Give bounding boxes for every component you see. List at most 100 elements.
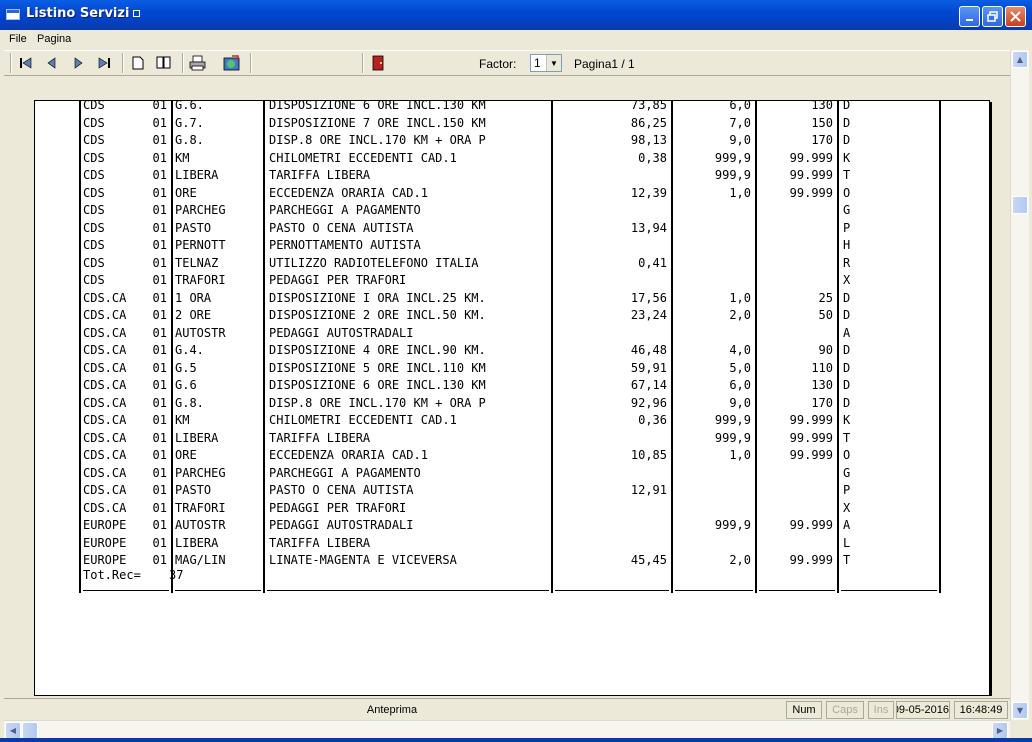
scroll-thumb[interactable] xyxy=(1012,196,1028,214)
menu-pagina[interactable]: Pagina xyxy=(37,33,71,45)
table-cell: 01 xyxy=(152,255,167,270)
table-cell: 99.999 xyxy=(789,518,833,532)
table-cell: CDS.CA xyxy=(83,360,127,375)
table-cell: 23,24 xyxy=(630,308,667,322)
table-cell: KM xyxy=(175,150,190,165)
table-row: CDS.CA 01 PARCHEG PARCHEGGI A PAGAMENTO G xyxy=(35,466,935,483)
table-row: EUROPE 01 LIBERA TARIFFA LIBERA L xyxy=(35,536,935,553)
table-cell: LIBERA xyxy=(175,168,219,182)
table-cell: A xyxy=(843,518,851,532)
table-cell: CDS.CA xyxy=(83,325,127,340)
horizontal-scrollbar[interactable]: ◀ ▶ xyxy=(4,720,1010,739)
column-divider xyxy=(939,101,941,593)
table-cell: 110 xyxy=(811,360,833,375)
table-cell: CDS.CA xyxy=(83,430,127,445)
table-cell: 45,45 xyxy=(630,553,667,567)
table-cell: 999,9 xyxy=(714,518,751,532)
table-cell: MAG/LIN xyxy=(175,553,226,567)
restore-icon xyxy=(986,10,998,22)
table-cell: 99.999 xyxy=(789,553,833,567)
table-cell: D xyxy=(843,395,851,410)
table-cell: 01 xyxy=(152,203,167,217)
table-cell: 90 xyxy=(818,343,833,357)
title-bar[interactable]: Listino Servizi xyxy=(0,0,1032,30)
restore-button[interactable] xyxy=(982,6,1003,27)
table-cell: H xyxy=(843,238,851,252)
table-row: CDS 01 ORE ECCEDENZA ORARIA CAD.1 12,39 1,0 99… xyxy=(35,186,935,203)
table-cell: P xyxy=(843,220,851,235)
exit-button[interactable] xyxy=(368,54,388,72)
scroll-right-arrow[interactable]: ▶ xyxy=(992,722,1008,739)
first-page-button[interactable] xyxy=(16,54,36,72)
app-window: Listino Servizi File Pagina Factor: 1 ▼ … xyxy=(0,0,1032,742)
table-cell: PASTO xyxy=(175,483,212,497)
previous-page-button[interactable] xyxy=(42,54,62,72)
table-cell: 6,0 xyxy=(729,378,751,392)
table-cell: K xyxy=(843,150,851,165)
table-row: CDS.CA 01 G.6 DISPOSIZIONE 6 ORE INCL.130 K… xyxy=(35,378,935,395)
single-page-button[interactable] xyxy=(128,54,148,72)
table-cell: 150 xyxy=(811,115,833,130)
table-cell: D xyxy=(843,290,851,305)
table-row: CDS.CA 01 AUTOSTR PEDAGGI AUTOSTRADALI A xyxy=(35,326,935,343)
table-cell: 25 xyxy=(818,290,833,305)
dropdown-arrow-icon[interactable]: ▼ xyxy=(546,55,561,71)
table-cell: CDS.CA xyxy=(83,290,127,305)
table-cell: T xyxy=(843,168,851,182)
horizontal-scroll-thumb[interactable] xyxy=(22,722,38,739)
table-cell: 4,0 xyxy=(729,343,751,357)
table-cell: 92,96 xyxy=(630,395,667,410)
app-window-icon[interactable] xyxy=(6,9,20,20)
last-page-button[interactable] xyxy=(94,54,114,72)
table-cell: 01 xyxy=(152,220,167,235)
scroll-down-arrow[interactable]: ▼ xyxy=(1012,702,1028,719)
next-page-icon xyxy=(74,57,83,69)
scroll-up-arrow[interactable]: ▲ xyxy=(1012,51,1028,68)
export-button[interactable] xyxy=(222,54,242,72)
table-cell: PERNOTT xyxy=(175,238,226,252)
table-cell: TARIFFA LIBERA xyxy=(269,430,371,445)
toolbar-separator xyxy=(362,53,364,73)
table-cell: 12,91 xyxy=(630,483,667,497)
table-cell: G.5 xyxy=(175,360,197,375)
next-page-button[interactable] xyxy=(68,54,88,72)
table-cell: 01 xyxy=(152,395,167,410)
table-cell: PARCHEG xyxy=(175,203,226,217)
table-cell: CDS.CA xyxy=(83,465,127,480)
column-underline xyxy=(675,590,753,591)
table-cell: G.7. xyxy=(175,115,204,130)
table-cell: 01 xyxy=(152,115,167,130)
table-cell: TARIFFA LIBERA xyxy=(269,535,371,550)
table-cell: 999,9 xyxy=(714,413,751,427)
table-cell: 01 xyxy=(152,553,167,567)
table-cell: LIBERA xyxy=(175,430,219,445)
table-cell: DISPOSIZIONE I ORA INCL.25 KM. xyxy=(269,290,486,305)
table-cell: UTILIZZO RADIOTELEFONO ITALIA xyxy=(269,255,479,270)
table-cell: DISPOSIZIONE 2 ORE INCL.50 KM. xyxy=(269,308,486,322)
table-cell: 73,85 xyxy=(630,100,667,112)
vertical-scrollbar[interactable]: ▲ ▼ xyxy=(1010,50,1029,720)
table-row: CDS.CA 01 KM CHILOMETRI ECCEDENTI CAD.1 0,36… xyxy=(35,413,935,430)
factor-select[interactable]: 1 ▼ xyxy=(530,54,562,72)
table-cell: CDS xyxy=(83,133,105,147)
table-cell: 01 xyxy=(152,483,167,497)
two-pages-button[interactable] xyxy=(154,54,174,72)
table-cell: DISPOSIZIONE 6 ORE INCL.130 KM xyxy=(269,378,486,392)
scroll-left-arrow[interactable]: ◀ xyxy=(5,722,21,739)
table-row: CDS 01 LIBERA TARIFFA LIBERA 999,9 99.999 T xyxy=(35,168,935,185)
table-cell: 99.999 xyxy=(789,168,833,182)
close-button[interactable] xyxy=(1005,6,1026,27)
minimize-button[interactable] xyxy=(959,6,980,27)
table-cell: 01 xyxy=(152,343,167,357)
table-cell: L xyxy=(843,535,851,550)
menu-file[interactable]: File xyxy=(9,33,27,45)
table-row: CDS.CA 01 LIBERA TARIFFA LIBERA 999,9 99.999 T xyxy=(35,431,935,448)
table-cell: CDS.CA xyxy=(83,483,127,497)
print-button[interactable] xyxy=(188,54,208,72)
report-page: CDS 01 G.6. DISPOSIZIONE 6 ORE INCL.130 KM 7… xyxy=(34,100,990,696)
table-cell: 01 xyxy=(152,290,167,305)
table-cell: 0,41 xyxy=(638,255,667,270)
table-cell: 12,39 xyxy=(630,185,667,200)
table-cell: 46,48 xyxy=(630,343,667,357)
table-cell: LINATE-MAGENTA E VICEVERSA xyxy=(269,553,457,567)
